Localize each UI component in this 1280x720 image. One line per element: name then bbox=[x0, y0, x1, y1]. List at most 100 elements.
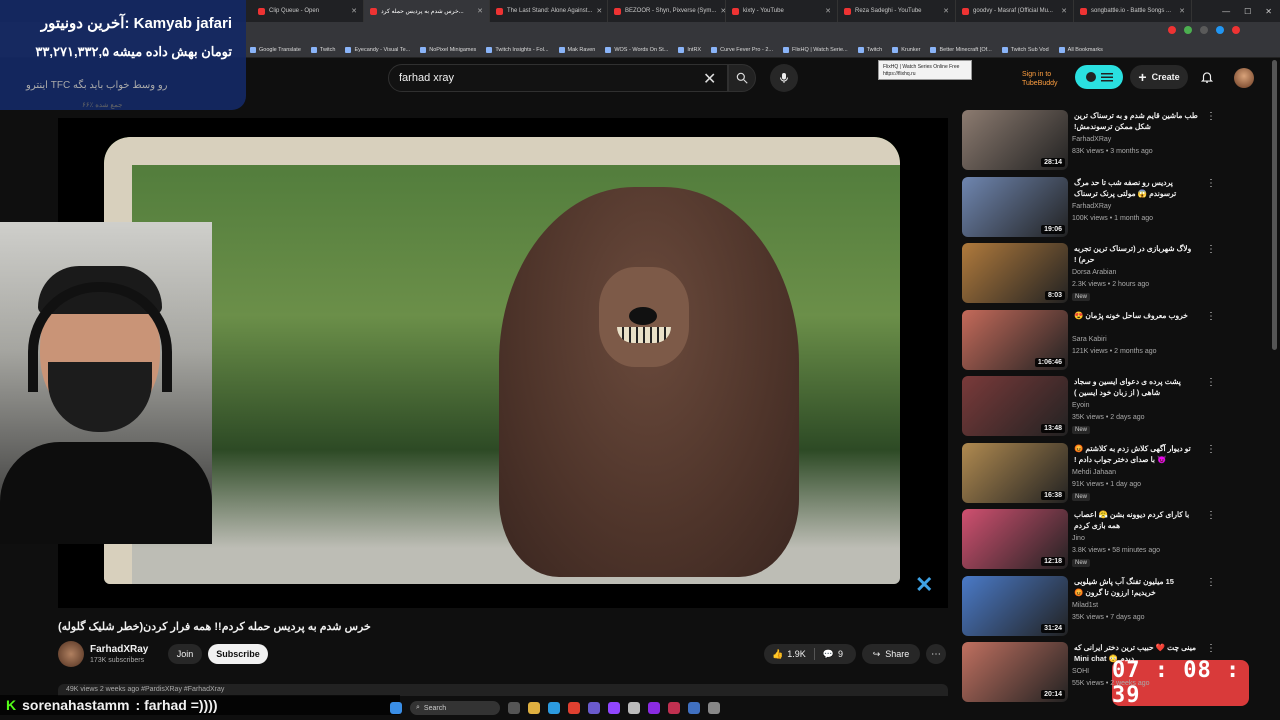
video-thumbnail[interactable]: 8:03 bbox=[962, 243, 1068, 303]
recommended-channel-name[interactable]: FarhadXRay bbox=[1072, 136, 1111, 143]
page-scrollbar[interactable] bbox=[1272, 60, 1277, 350]
channel-avatar[interactable] bbox=[58, 641, 84, 667]
bookmark-item[interactable]: IntRX bbox=[678, 46, 701, 53]
recommended-video-title[interactable]: مینی چت ❤️ حبیب ترین دختر ایرانی که دیدم… bbox=[1074, 642, 1200, 664]
browser-tab[interactable]: Reza Sadeghi - YouTube ✕ bbox=[838, 0, 956, 22]
app-icon[interactable] bbox=[688, 702, 700, 714]
voice-search-button[interactable] bbox=[770, 64, 798, 92]
file-explorer-icon[interactable] bbox=[528, 702, 540, 714]
task-view-icon[interactable] bbox=[508, 702, 520, 714]
notifications-button[interactable] bbox=[1200, 70, 1214, 89]
create-button[interactable]: + Create bbox=[1130, 65, 1188, 89]
video-thumbnail[interactable]: 31:24 bbox=[962, 575, 1068, 636]
settings-icon[interactable] bbox=[708, 702, 720, 714]
kebab-menu-icon[interactable]: ⋮ bbox=[1206, 444, 1216, 455]
video-thumbnail[interactable]: 19:06 bbox=[962, 176, 1068, 237]
recommended-video[interactable]: 20:14 مینی چت ❤️ حبیب ترین دختر ایرانی که… bbox=[962, 640, 1262, 704]
extension-icon[interactable] bbox=[1200, 26, 1208, 34]
browser-tab[interactable]: songbattle.io - Battle Songs ... ✕ bbox=[1074, 0, 1192, 22]
maximize-icon[interactable]: ☐ bbox=[1244, 7, 1251, 16]
bookmark-item[interactable]: FlixHQ | Watch Serie... bbox=[782, 46, 848, 53]
account-avatar[interactable] bbox=[1234, 68, 1254, 88]
close-tab-icon[interactable]: ✕ bbox=[596, 7, 602, 15]
search-button[interactable] bbox=[728, 64, 756, 92]
windows-start-icon[interactable] bbox=[390, 702, 402, 714]
recommended-video[interactable]: 13:48 پشت پرده ی دعوای ایسین و سجاد شاهی … bbox=[962, 374, 1262, 438]
close-tab-icon[interactable]: ✕ bbox=[477, 7, 483, 15]
browser-tab[interactable]: The Last Stand: Alone Against... ✕ bbox=[490, 0, 608, 22]
kebab-menu-icon[interactable]: ⋮ bbox=[1206, 111, 1216, 122]
recommended-channel-name[interactable]: Eyoin bbox=[1072, 402, 1090, 409]
bookmark-item[interactable]: Curve Fever Pro - 2... bbox=[711, 46, 773, 53]
recommended-video-title[interactable]: 15 میلیون تفنگ آب پاش شیلوبی خریدیم! ارز… bbox=[1074, 576, 1200, 598]
more-actions-button[interactable]: ⋯ bbox=[926, 644, 946, 664]
app-icon[interactable] bbox=[668, 702, 680, 714]
close-tab-icon[interactable]: ✕ bbox=[351, 7, 357, 15]
bookmark-item[interactable]: Better Minecraft [Of... bbox=[930, 46, 992, 53]
clear-search-icon[interactable]: ✕ bbox=[703, 69, 716, 89]
twitch-icon[interactable] bbox=[608, 702, 620, 714]
close-window-icon[interactable]: ✕ bbox=[1265, 7, 1272, 16]
browser-tab[interactable]: خرس شدم به پردیس حمله کرد... ✕ bbox=[364, 0, 490, 22]
bookmark-item[interactable]: Twitch Insights - Fol... bbox=[486, 46, 549, 53]
tubebuddy-button[interactable] bbox=[1075, 65, 1123, 89]
video-thumbnail[interactable]: 28:14 bbox=[962, 110, 1068, 170]
minimize-icon[interactable]: — bbox=[1222, 7, 1230, 16]
recommended-video-title[interactable]: تو دیوار آگهی کلاش زدم به کلاشتم 😡 😈 با … bbox=[1074, 443, 1200, 465]
browser-tab[interactable]: BEZOOR - Shyn, Pixverse (Sym... ✕ bbox=[608, 0, 726, 22]
discord-icon[interactable] bbox=[588, 702, 600, 714]
taskbar-search[interactable]: ⌕ Search bbox=[410, 701, 500, 715]
bookmark-item[interactable]: Twitch bbox=[857, 46, 882, 53]
comments-button[interactable]: 💬 9 bbox=[815, 644, 851, 664]
subscribe-button[interactable]: Subscribe bbox=[208, 644, 268, 664]
recommended-channel-name[interactable]: Dorsa Arabian bbox=[1072, 269, 1116, 276]
close-tab-icon[interactable]: ✕ bbox=[825, 7, 831, 15]
bookmark-item[interactable]: WOS - Words On St... bbox=[605, 46, 668, 53]
recommended-channel-name[interactable]: Jino bbox=[1072, 535, 1085, 542]
recommended-channel-name[interactable]: Sara Kabiri bbox=[1072, 336, 1107, 343]
close-tab-icon[interactable]: ✕ bbox=[943, 7, 949, 15]
bookmark-item[interactable]: Google Translate bbox=[250, 46, 301, 53]
kebab-menu-icon[interactable]: ⋮ bbox=[1206, 244, 1216, 255]
video-thumbnail[interactable]: 20:14 bbox=[962, 642, 1068, 702]
bookmark-item[interactable]: All Bookmarks bbox=[1058, 46, 1103, 53]
bookmark-item[interactable]: Mak Raven bbox=[558, 46, 595, 53]
recommended-video[interactable]: 12:18 با کارای کردم دیوونه بشن 😤 اعصاب هم… bbox=[962, 507, 1262, 571]
join-button[interactable]: Join bbox=[168, 644, 202, 664]
recommended-video-title[interactable]: با کارای کردم دیوونه بشن 😤 اعصاب همه باز… bbox=[1074, 509, 1200, 531]
extension-icon[interactable] bbox=[1168, 26, 1176, 34]
recommended-video-title[interactable]: طب ماشین قایم شدم و به ترسناک ترین شکل م… bbox=[1074, 110, 1200, 132]
video-thumbnail[interactable]: 12:18 bbox=[962, 509, 1068, 569]
recommended-channel-name[interactable]: FarhadXRay bbox=[1072, 203, 1111, 210]
video-frame[interactable] bbox=[104, 137, 900, 584]
recommended-video[interactable]: 16:38 تو دیوار آگهی کلاش زدم به کلاشتم 😡 … bbox=[962, 441, 1262, 505]
recommended-video[interactable]: 19:06 پردیس رو نصفه شب تا حد مرگ ترسوندم … bbox=[962, 175, 1262, 239]
close-tab-icon[interactable]: ✕ bbox=[1061, 7, 1067, 15]
recommended-video[interactable]: 8:03 ولاگ شهربازی در (ترسناک ترین تجربه ح… bbox=[962, 241, 1262, 305]
recommended-video[interactable]: 1:06:46 خروب معروف ساحل خونه پژمان 😍 Sara … bbox=[962, 308, 1262, 372]
bookmark-item[interactable]: NoPixel Minigames bbox=[420, 46, 476, 53]
bookmark-item[interactable]: Twitch bbox=[310, 46, 335, 53]
recommended-video[interactable]: 28:14 طب ماشین قایم شدم و به ترسناک ترین … bbox=[962, 108, 1262, 172]
kebab-menu-icon[interactable]: ⋮ bbox=[1206, 377, 1216, 388]
kebab-menu-icon[interactable]: ⋮ bbox=[1206, 178, 1216, 189]
video-thumbnail[interactable]: 16:38 bbox=[962, 442, 1068, 503]
video-thumbnail[interactable]: 1:06:46 bbox=[962, 309, 1068, 370]
extension-icon[interactable] bbox=[1184, 26, 1192, 34]
extension-icon[interactable] bbox=[1232, 26, 1240, 34]
like-button[interactable]: 👍 1.9K bbox=[764, 644, 814, 664]
kebab-menu-icon[interactable]: ⋮ bbox=[1206, 577, 1216, 588]
recommended-video[interactable]: 31:24 15 میلیون تفنگ آب پاش شیلوبی خریدیم… bbox=[962, 574, 1262, 638]
channel-name[interactable]: FarhadXRay bbox=[90, 644, 148, 655]
chrome-icon[interactable] bbox=[568, 702, 580, 714]
bookmark-item[interactable]: Eyecandy - Visual Te... bbox=[345, 46, 410, 53]
recommended-video-title[interactable]: ولاگ شهربازی در (ترسناک ترین تجربه حرم) … bbox=[1074, 243, 1200, 265]
browser-tab[interactable]: Clip Queue - Open ✕ bbox=[252, 0, 364, 22]
kebab-menu-icon[interactable]: ⋮ bbox=[1206, 311, 1216, 322]
bookmark-item[interactable]: Krunker bbox=[892, 46, 920, 53]
recommended-video-title[interactable]: پردیس رو نصفه شب تا حد مرگ ترسوندم 😱 مول… bbox=[1074, 177, 1200, 199]
kebab-menu-icon[interactable]: ⋮ bbox=[1206, 643, 1216, 654]
edge-icon[interactable] bbox=[548, 702, 560, 714]
browser-tab[interactable]: goodvy - Masraf (Official Mu... ✕ bbox=[956, 0, 1074, 22]
recommended-video-title[interactable]: پشت پرده ی دعوای ایسین و سجاد شاهی ( از … bbox=[1074, 376, 1200, 398]
